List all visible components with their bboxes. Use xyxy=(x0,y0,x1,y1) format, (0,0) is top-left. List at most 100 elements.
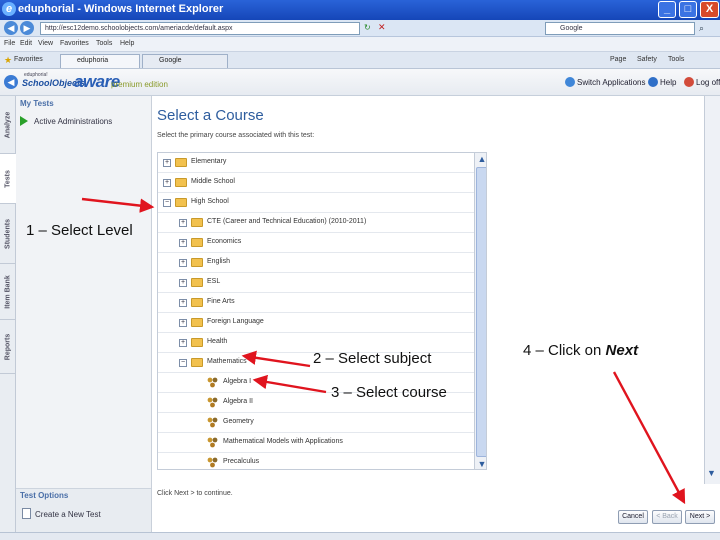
folder-icon xyxy=(191,338,203,347)
menu-bar: File Edit View Favorites Tools Help xyxy=(0,37,720,52)
tree-node-label: Foreign Language xyxy=(207,318,264,325)
course-icon xyxy=(207,417,218,428)
search-icon[interactable]: ⌕ xyxy=(699,23,704,34)
menu-help[interactable]: Help xyxy=(120,40,134,47)
switch-applications-link[interactable]: Switch Applications xyxy=(577,78,645,87)
tab-row: ★ Favorites eduphoria Google Page Safety… xyxy=(0,52,720,69)
create-new-test-link[interactable]: Create a New Test xyxy=(35,510,101,519)
stop-icon[interactable]: ✕ xyxy=(378,22,386,33)
step1-callout: 1 – Select Level xyxy=(26,222,133,239)
tree-node[interactable]: + Fine Arts xyxy=(158,293,474,313)
tree-node[interactable]: Geometry xyxy=(158,413,474,433)
collapse-icon[interactable]: − xyxy=(179,359,187,367)
menu-view[interactable]: View xyxy=(38,40,53,47)
tree-scrollbar[interactable]: ▲ ▼ xyxy=(474,153,486,469)
tab-eduphoria[interactable]: eduphoria xyxy=(60,54,140,68)
folder-icon xyxy=(191,298,203,307)
minimize-button[interactable]: _ xyxy=(658,1,676,18)
tab-tests[interactable]: Tests xyxy=(0,154,16,204)
menu-edit[interactable]: Edit xyxy=(20,40,32,47)
tree-node-label: Elementary xyxy=(191,158,227,165)
back-button[interactable]: < Back xyxy=(652,510,682,524)
expand-icon[interactable]: + xyxy=(179,219,187,227)
new-test-icon xyxy=(22,508,31,519)
address-input[interactable]: http://esc12demo.schoolobjects.com/ameri… xyxy=(40,22,360,35)
favorites-label[interactable]: Favorites xyxy=(14,56,43,63)
menu-file[interactable]: File xyxy=(4,40,15,47)
tree-node[interactable]: + English xyxy=(158,253,474,273)
expand-icon[interactable]: + xyxy=(179,259,187,267)
back-arrow-icon[interactable]: ◀ xyxy=(4,21,18,35)
expand-icon[interactable]: + xyxy=(179,319,187,327)
tab-item-bank-label: Item Bank xyxy=(4,274,12,309)
main-panel: Select a Course Select the primary cours… xyxy=(153,96,720,540)
folder-icon xyxy=(175,178,187,187)
scroll-thumb[interactable] xyxy=(476,167,486,457)
menu-tools[interactable]: Tools xyxy=(96,40,112,47)
tree-node-label: High School xyxy=(191,198,229,205)
menu-favorites[interactable]: Favorites xyxy=(60,40,89,47)
sidebar: My Tests Active Administrations Test Opt… xyxy=(16,96,152,540)
log-off-icon xyxy=(684,77,694,87)
expand-icon[interactable]: + xyxy=(179,299,187,307)
tree-node[interactable]: + Middle School xyxy=(158,173,474,193)
collapse-icon[interactable]: − xyxy=(163,199,171,207)
maximize-button[interactable]: □ xyxy=(679,1,697,18)
tree-node[interactable]: Mathematical Models with Applications xyxy=(158,433,474,453)
expand-icon[interactable]: + xyxy=(163,159,171,167)
tree-node-label: Middle School xyxy=(191,178,235,185)
tab-google[interactable]: Google xyxy=(142,54,228,68)
tree-node[interactable]: + Elementary xyxy=(158,153,474,173)
step4-prefix: 4 – Click on xyxy=(523,342,606,359)
page-title: Select a Course xyxy=(157,107,264,124)
tab-analyze[interactable]: Analyze xyxy=(0,96,16,154)
expand-icon[interactable]: + xyxy=(179,239,187,247)
scroll-down-icon[interactable]: ▼ xyxy=(476,458,486,469)
log-off-link[interactable]: Log off xyxy=(696,78,720,87)
next-button[interactable]: Next > xyxy=(685,510,715,524)
folder-icon xyxy=(175,198,187,207)
tree-node-label: Mathematics xyxy=(207,358,247,365)
tree-node-label: ESL xyxy=(207,278,221,285)
my-tests-heading: My Tests xyxy=(20,99,54,108)
forward-arrow-icon[interactable]: ▶ xyxy=(20,21,34,35)
folder-icon xyxy=(191,218,203,227)
page-scroll-down-icon[interactable]: ▼ xyxy=(707,468,716,478)
address-bar-row: ◀ ▶ http://esc12demo.schoolobjects.com/a… xyxy=(0,20,720,37)
cancel-button[interactable]: Cancel xyxy=(618,510,648,524)
help-link[interactable]: Help xyxy=(660,78,676,87)
tree-node[interactable]: + CTE (Career and Technical Education) (2… xyxy=(158,213,474,233)
tools-menu[interactable]: Tools xyxy=(668,56,684,63)
tab-item-bank[interactable]: Item Bank xyxy=(0,264,16,320)
refresh-icon[interactable]: ↻ xyxy=(364,23,371,32)
tree-node[interactable]: + Economics xyxy=(158,233,474,253)
window-titlebar: e eduphorial - Windows Internet Explorer… xyxy=(0,0,720,20)
tree-node[interactable]: − High School xyxy=(158,193,474,213)
close-button[interactable]: X xyxy=(700,1,719,18)
tree-node[interactable]: + ESL xyxy=(158,273,474,293)
search-input[interactable]: Google xyxy=(545,22,695,35)
expand-icon[interactable]: + xyxy=(179,279,187,287)
page-scrollbar[interactable]: ▼ xyxy=(704,96,720,484)
safety-menu[interactable]: Safety xyxy=(637,56,657,63)
tab-analyze-label: Analyze xyxy=(4,111,12,138)
expand-icon[interactable]: + xyxy=(179,339,187,347)
tree-node[interactable]: Precalculus xyxy=(158,453,474,469)
course-tree: + Elementary + Middle School − High School + CT… xyxy=(157,152,487,470)
star-icon[interactable]: ★ xyxy=(4,55,12,66)
home-icon[interactable]: ◀ xyxy=(4,75,18,89)
tab-reports-label: Reports xyxy=(4,333,12,360)
active-administrations-link[interactable]: Active Administrations xyxy=(34,117,112,126)
scroll-up-icon[interactable]: ▲ xyxy=(476,153,486,165)
page-menu[interactable]: Page xyxy=(610,56,626,63)
expand-icon[interactable]: + xyxy=(163,179,171,187)
tab-students[interactable]: Students xyxy=(0,204,16,264)
tree-node[interactable]: + Foreign Language xyxy=(158,313,474,333)
test-options-heading: Test Options xyxy=(20,491,69,500)
tree-node-label: Geometry xyxy=(223,418,254,425)
folder-icon xyxy=(191,258,203,267)
tree-node-label: Mathematical Models with Applications xyxy=(223,438,343,445)
tree-node-label: Health xyxy=(207,338,228,345)
tree-node-label: Economics xyxy=(207,238,242,245)
tab-reports[interactable]: Reports xyxy=(0,320,16,374)
